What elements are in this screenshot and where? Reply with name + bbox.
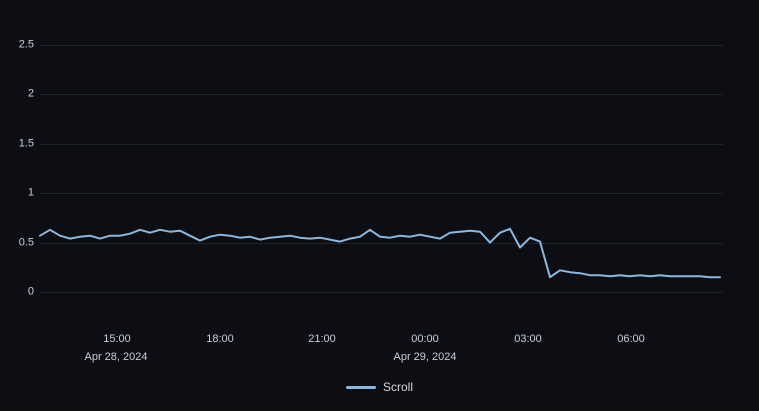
scroll-series-line [39, 227, 721, 279]
time-series-panel: 0 0.5 1 1.5 2 2.5 15:00 18:00 21:00 00:00 03:00 06… [0, 0, 759, 411]
chart-canvas[interactable] [0, 0, 759, 411]
legend: Scroll [0, 381, 759, 393]
legend-item-scroll[interactable]: Scroll [383, 381, 413, 393]
legend-line-swatch [345, 385, 376, 389]
